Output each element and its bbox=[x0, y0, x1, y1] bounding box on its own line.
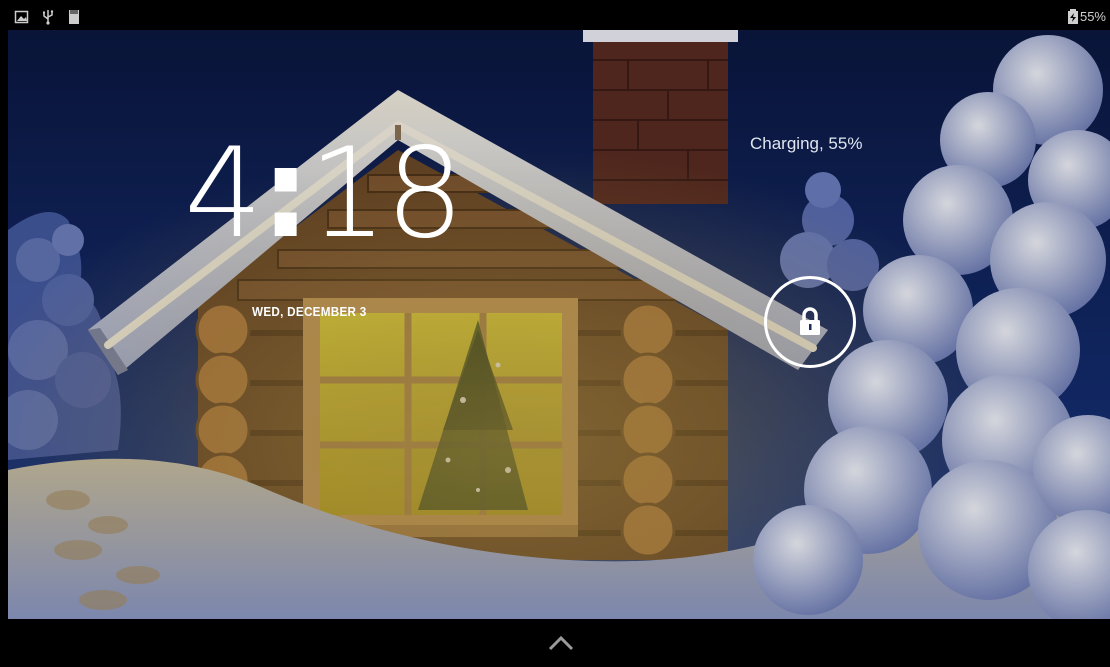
clock-hours: 4 bbox=[184, 122, 263, 266]
battery-percent: 55% bbox=[1079, 9, 1106, 24]
lockscreen-wallpaper bbox=[8, 30, 1110, 619]
screenshot-icon bbox=[14, 10, 29, 24]
lockscreen-date: WED, DECEMBER 3 bbox=[252, 304, 367, 319]
unlock-handle[interactable] bbox=[764, 276, 856, 368]
lock-icon bbox=[800, 307, 820, 335]
battery-charging-icon bbox=[1067, 9, 1078, 24]
chevron-up-icon[interactable] bbox=[546, 633, 576, 653]
navigation-bar bbox=[8, 619, 1110, 667]
charging-status: Charging, 55% bbox=[750, 134, 863, 153]
usb-icon bbox=[43, 10, 54, 25]
sd-card-icon bbox=[69, 10, 79, 24]
lockscreen-clock: 4:18 bbox=[184, 132, 464, 256]
device-screen: 55% 4:18 WED, DECEMBER 3 Charging, 55% bbox=[8, 6, 1110, 667]
clock-separator: : bbox=[260, 122, 311, 266]
status-bar: 55% bbox=[8, 6, 1110, 30]
clock-minutes: 18 bbox=[308, 122, 465, 266]
